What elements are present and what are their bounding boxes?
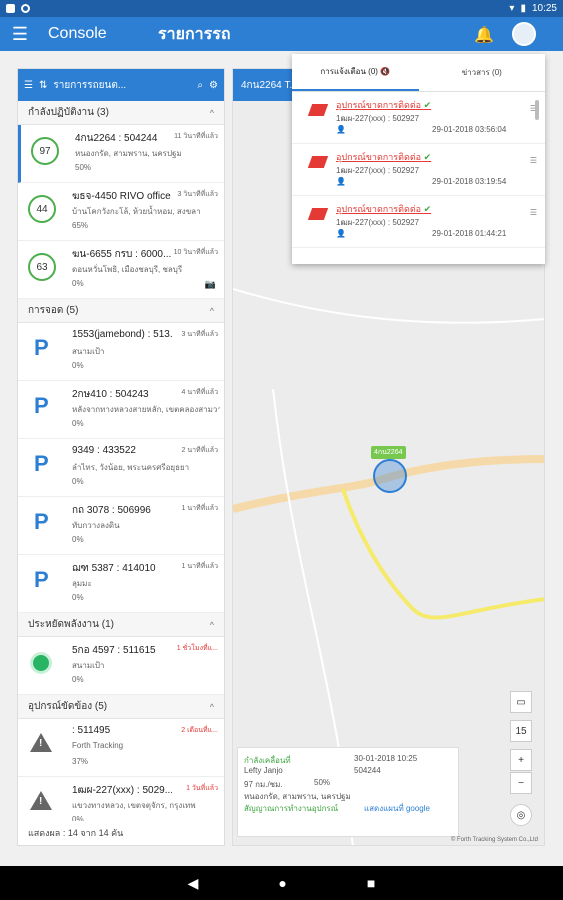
more-icon[interactable]: ☰ — [530, 208, 537, 217]
chevron-up-icon: ^ — [209, 305, 214, 316]
zoom-level: 15 — [510, 720, 532, 742]
list-item[interactable]: 63 ฆน-6655 กรบ : 6000... 10 วินาทีที่แล้… — [18, 241, 224, 299]
vehicle-info-card: กำลังเคลื่อนที่ 30-01-2018 10:25 Lefty Ja… — [237, 747, 459, 837]
avatar[interactable] — [512, 22, 536, 46]
tab-alerts[interactable]: การแจ้งเตือน (0) 🔇 — [292, 54, 419, 91]
sort-icon[interactable]: ⇅ — [39, 80, 47, 91]
search-label[interactable]: รายการรถยนต... — [53, 78, 191, 93]
hamburger-menu-icon[interactable]: ☰ — [0, 24, 40, 45]
score-badge: 97 — [31, 137, 59, 165]
back-icon[interactable]: ◀ — [188, 875, 199, 892]
search-icon[interactable]: ⌕ — [197, 80, 203, 91]
score-badge: 44 — [28, 195, 56, 223]
notification-item[interactable]: อุปกรณ์ขาดการติดต่อ ✔ 1ฒผ-227(xxx) : 502… — [292, 196, 545, 248]
notification-item[interactable]: อุปกรณ์ขาดการติดต่อ ✔ 1ฒผ-227(xxx) : 502… — [292, 144, 545, 196]
section-active[interactable]: กำลังปฏิบัติงาน (3) ^ — [18, 101, 224, 125]
list-item[interactable]: P 1553(jamebond) : 513... 3 นาทีที่แล้ว สนา… — [18, 323, 224, 381]
car-marker-icon[interactable] — [373, 459, 407, 493]
notification-popup: การแจ้งเตือน (0) 🔇 ข่าวสาร (0) อุปกรณ์ขา… — [292, 54, 545, 264]
notification-item[interactable]: อุปกรณ์ขาดการติดต่อ ✔ 1ฒผ-227(xxx) : 502… — [292, 92, 545, 144]
eco-icon — [30, 652, 52, 674]
scrollbar[interactable] — [535, 100, 539, 120]
parking-icon: P — [34, 567, 49, 592]
parking-icon: P — [34, 509, 49, 534]
list-item[interactable]: P ฌฑ 5387 : 414010 1 นาทีที่แล้ว ลุมมะ 0% — [18, 555, 224, 613]
notification-icon — [6, 4, 15, 13]
section-faulty[interactable]: อุปกรณ์ขัดข้อง (5) ^ — [18, 695, 224, 719]
wifi-icon: ▾ — [509, 3, 515, 14]
warning-icon — [30, 791, 52, 810]
person-icon: 👤 — [336, 125, 346, 134]
console-title[interactable]: Console — [48, 25, 158, 43]
home-icon[interactable]: ● — [278, 875, 286, 891]
layer-icon[interactable]: ▭ — [510, 691, 532, 713]
zoom-out-button[interactable]: − — [510, 772, 532, 794]
nav-bar: ◀ ● ■ — [0, 866, 563, 900]
battery-icon: ▮ — [520, 3, 526, 14]
bell-icon[interactable]: 🔔 — [474, 25, 494, 45]
chevron-up-icon: ^ — [209, 619, 214, 630]
parking-icon: P — [34, 335, 49, 360]
status-bar: ▾ ▮ 10:25 — [0, 0, 563, 17]
section-eco[interactable]: ประหยัดพลังงาน (1) ^ — [18, 613, 224, 637]
tab-news[interactable]: ข่าวสาร (0) — [419, 54, 546, 91]
score-badge: 63 — [28, 253, 56, 281]
list-item[interactable]: : 5114952 เดือนที่แ...Forth Tracking37% — [18, 719, 224, 777]
list-item[interactable]: 5กอ 4597 : 511615 1 ชั่วโมงที่แ... สนามเป้… — [18, 637, 224, 695]
vehicle-list-panel: ☰ ⇅ รายการรถยนต... ⌕ ⚙ กำลังปฏิบัติงาน (… — [17, 68, 225, 846]
parking-icon: P — [34, 451, 49, 476]
section-parked[interactable]: การจอด (5) ^ — [18, 299, 224, 323]
recents-icon[interactable]: ■ — [367, 875, 375, 891]
page-title: รายการรถ — [158, 25, 231, 43]
parking-icon: P — [34, 393, 49, 418]
car-label: 4กน2264 — [371, 446, 406, 459]
list-item[interactable]: 97 4กน2264 : 504244 11 วินาทีที่แล้ว หนอ… — [18, 125, 224, 183]
panel-header: ☰ ⇅ รายการรถยนต... ⌕ ⚙ — [18, 69, 224, 101]
list-item[interactable]: P 9349 : 433522 2 นาทีที่แล้ว ลำไทร, วังน้อ… — [18, 439, 224, 497]
warning-icon — [30, 733, 52, 752]
sync-icon — [21, 4, 30, 13]
list-item[interactable]: P กถ 3078 : 506996 1 นาทีที่แล้ว ทับกวางลงด… — [18, 497, 224, 555]
alert-icon — [307, 208, 329, 220]
chevron-up-icon: ^ — [209, 107, 214, 118]
zoom-in-button[interactable]: + — [510, 749, 532, 771]
camera-icon: 📷 — [204, 279, 216, 289]
list-icon[interactable]: ☰ — [24, 80, 33, 91]
list-item[interactable]: 44 ฆธจ-4450 RIVO office ... 3 วินาทีที่แ… — [18, 183, 224, 241]
alert-icon — [307, 156, 329, 168]
more-icon[interactable]: ☰ — [530, 156, 537, 165]
app-bar: ☰ Console รายการรถ 🔔 — [0, 17, 563, 51]
chevron-up-icon: ^ — [209, 701, 214, 712]
locate-icon[interactable]: ◎ — [510, 804, 532, 826]
gear-icon[interactable]: ⚙ — [209, 80, 218, 91]
alert-icon — [307, 104, 329, 116]
list-footer: แสดงผล : 14 จาก 14 คัน — [18, 821, 224, 845]
status-time: 10:25 — [531, 3, 557, 14]
list-item[interactable]: P 2กษ410 : 504243 4 นาทีที่แล้ว หลังจากทางห… — [18, 381, 224, 439]
person-icon: 👤 — [336, 229, 346, 238]
person-icon: 👤 — [336, 177, 346, 186]
